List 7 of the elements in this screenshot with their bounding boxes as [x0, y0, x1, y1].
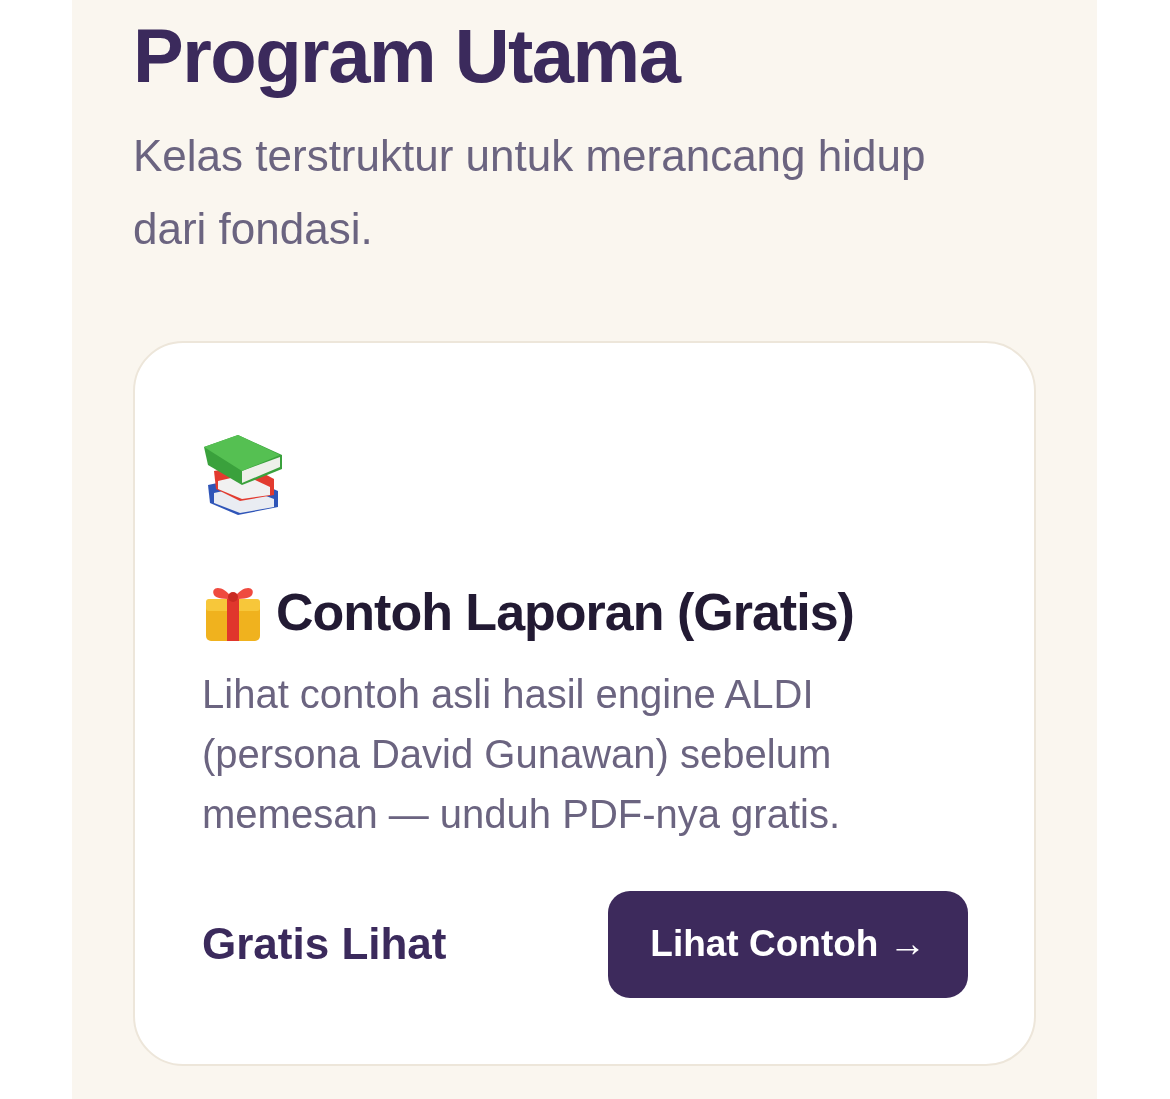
- books-icon: [202, 433, 282, 516]
- price-label: Gratis Lihat: [202, 918, 447, 971]
- view-sample-button[interactable]: Lihat Contoh →: [608, 890, 968, 998]
- card-description: Lihat contoh asli hasil engine ALDI (persona David Gunawan) sebelum memesan — unduh PDF-nya gratis.: [202, 670, 842, 838]
- section-subtitle: Kelas terstruktur untuk merancang hidup dari fondasi.: [133, 130, 927, 256]
- section-title: Program Utama: [133, 12, 680, 100]
- card-title: Contoh Laporan (Gratis): [276, 582, 854, 644]
